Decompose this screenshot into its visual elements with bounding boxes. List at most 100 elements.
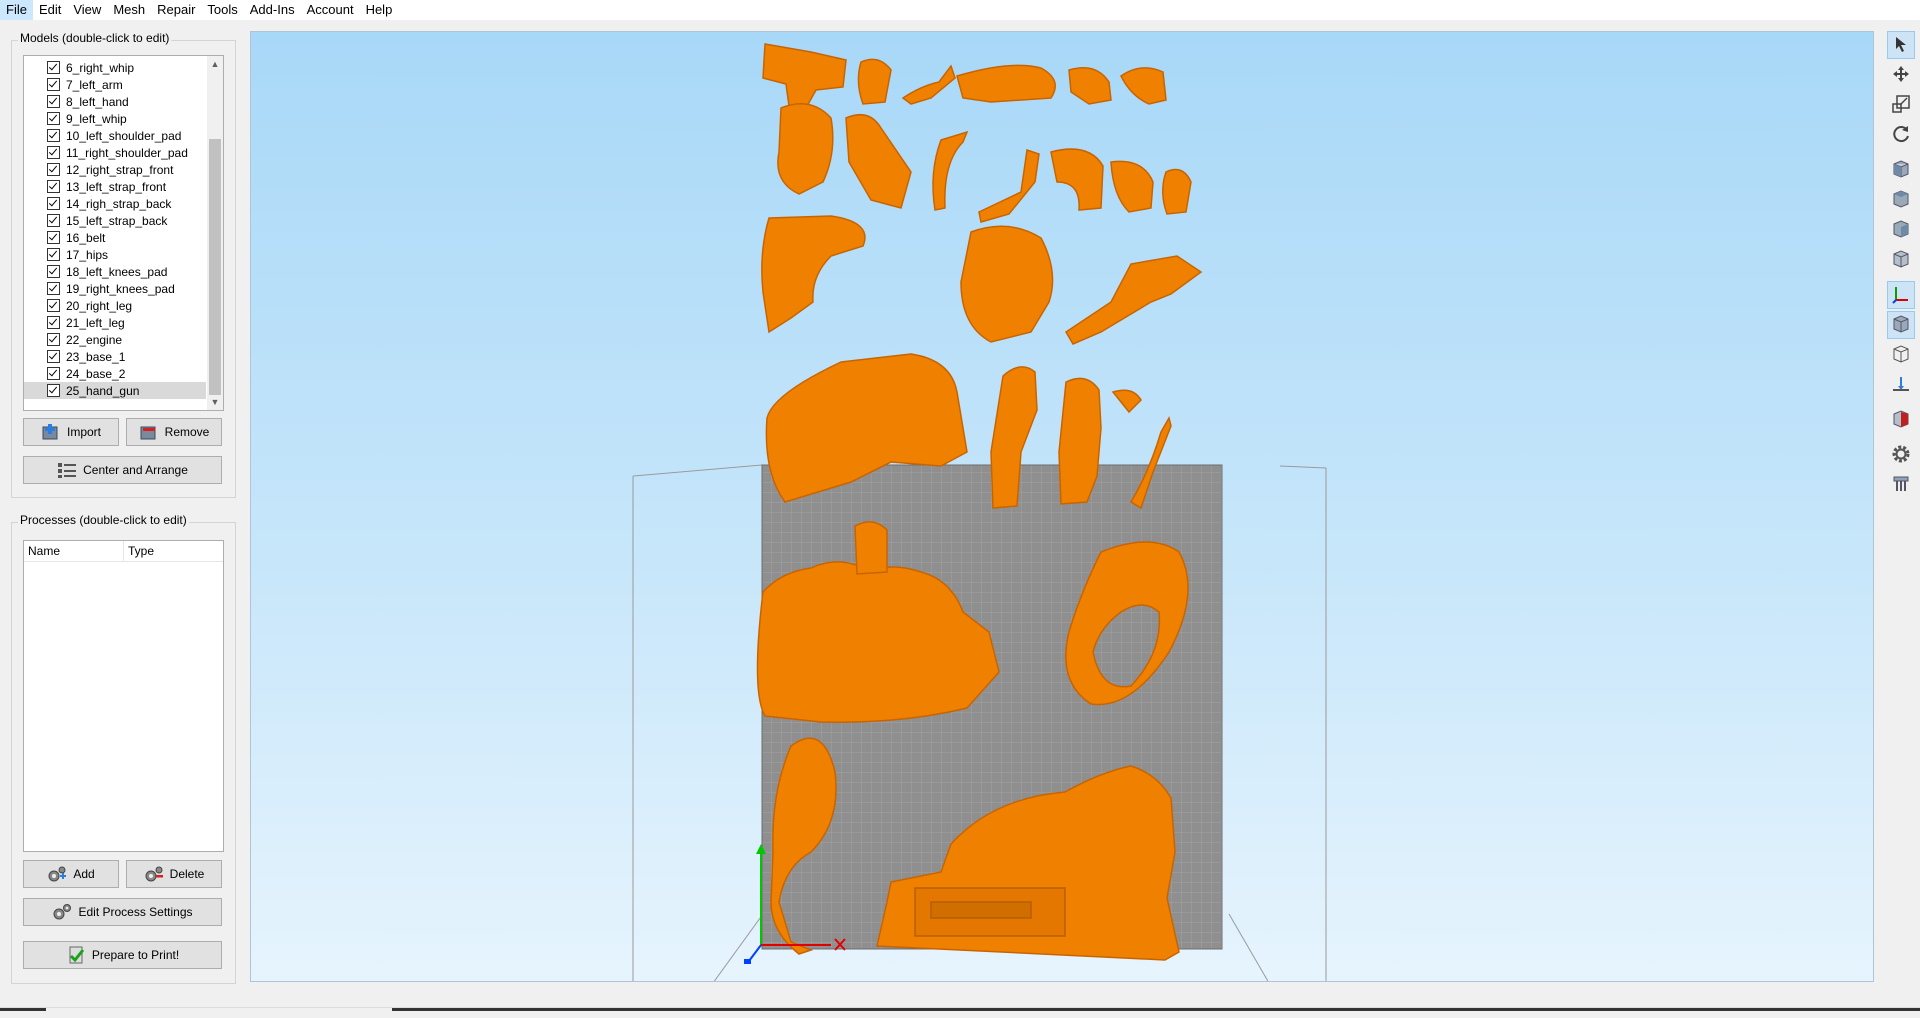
move-tool-button[interactable] [1887, 61, 1915, 89]
delete-process-button[interactable]: Delete [126, 860, 222, 888]
model-name-label: 13_left_strap_front [66, 179, 167, 194]
view-front-button[interactable] [1887, 156, 1915, 184]
model-list-item[interactable]: 7_left_arm [24, 76, 206, 93]
menu-repair[interactable]: Repair [151, 0, 201, 20]
models-list-scrollbar[interactable]: ▲ ▼ [207, 56, 223, 410]
model-visibility-checkbox[interactable] [47, 129, 60, 142]
solid-cube-icon [1891, 314, 1911, 337]
arrange-icon [57, 461, 77, 479]
model-visibility-checkbox[interactable] [47, 231, 60, 244]
model-list-item[interactable]: 15_left_strap_back [24, 212, 206, 229]
model-list-item[interactable]: 20_right_leg [24, 297, 206, 314]
model-visibility-checkbox[interactable] [47, 163, 60, 176]
models-panel-title: Models (double-click to edit) [18, 31, 172, 45]
model-visibility-checkbox[interactable] [47, 384, 60, 397]
menu-mesh[interactable]: Mesh [107, 0, 151, 20]
menu-edit[interactable]: Edit [33, 0, 67, 20]
model-list-item[interactable]: 14_righ_strap_back [24, 195, 206, 212]
model-list-item[interactable]: 25_hand_gun [24, 382, 206, 399]
menu-tools[interactable]: Tools [201, 0, 243, 20]
menu-help[interactable]: Help [360, 0, 399, 20]
model-visibility-checkbox[interactable] [47, 265, 60, 278]
model-visibility-checkbox[interactable] [47, 316, 60, 329]
model-visibility-checkbox[interactable] [47, 248, 60, 261]
processes-table[interactable]: Name Type [23, 540, 224, 852]
remove-button[interactable]: Remove [126, 418, 222, 446]
wireframe-view-toggle[interactable] [1887, 341, 1915, 369]
model-list-item[interactable]: 21_left_leg [24, 314, 206, 331]
model-visibility-checkbox[interactable] [47, 350, 60, 363]
import-button[interactable]: Import [23, 418, 119, 446]
model-list-item[interactable]: 17_hips [24, 246, 206, 263]
model-visibility-checkbox[interactable] [47, 282, 60, 295]
model-list-item[interactable]: 23_base_1 [24, 348, 206, 365]
model-list-item[interactable]: 18_left_knees_pad [24, 263, 206, 280]
gears-icon [52, 903, 72, 921]
scrollbar-thumb[interactable] [209, 139, 221, 395]
model-list-item[interactable]: 22_engine [24, 331, 206, 348]
model-visibility-checkbox[interactable] [47, 197, 60, 210]
menu-file[interactable]: File [0, 0, 33, 20]
model-visibility-checkbox[interactable] [47, 180, 60, 193]
status-bar-segment [392, 1008, 1920, 1011]
model-visibility-checkbox[interactable] [47, 78, 60, 91]
supports-button[interactable] [1887, 471, 1915, 499]
remove-button-label: Remove [164, 425, 210, 439]
3d-viewport[interactable] [250, 31, 1874, 982]
model-list-item[interactable]: 12_right_strap_front [24, 161, 206, 178]
model-name-label: 9_left_whip [66, 111, 127, 126]
select-tool-button[interactable] [1887, 31, 1915, 59]
models-list[interactable]: 6_right_whip 7_left_arm 8_left_hand 9_left_… [23, 55, 224, 411]
scroll-down-icon[interactable]: ▼ [207, 394, 223, 410]
model-list-item[interactable]: 11_right_shoulder_pad [24, 144, 206, 161]
menu-bar: File Edit View Mesh Repair Tools Add-Ins… [0, 0, 1920, 20]
supports-icon [1891, 474, 1911, 497]
center-and-arrange-label: Center and Arrange [83, 463, 188, 477]
add-process-button[interactable]: Add [23, 860, 119, 888]
view-iso-button[interactable] [1887, 246, 1915, 274]
model-list-item[interactable]: 16_belt [24, 229, 206, 246]
model-name-label: 6_right_whip [66, 60, 135, 75]
menu-view[interactable]: View [67, 0, 107, 20]
view-top-button[interactable] [1887, 186, 1915, 214]
model-name-label: 19_right_knees_pad [66, 281, 175, 296]
model-name-label: 15_left_strap_back [66, 213, 168, 228]
model-list-item[interactable]: 6_right_whip [24, 59, 206, 76]
model-visibility-checkbox[interactable] [47, 146, 60, 159]
model-name-label: 10_left_shoulder_pad [66, 128, 182, 143]
rotate-tool-button[interactable] [1887, 121, 1915, 149]
menu-account[interactable]: Account [301, 0, 360, 20]
rotate-icon [1891, 124, 1911, 147]
prepare-to-print-button[interactable]: Prepare to Print! [23, 941, 222, 969]
model-list-item[interactable]: 19_right_knees_pad [24, 280, 206, 297]
ground-plane-icon [1891, 374, 1911, 397]
view-side-button[interactable] [1887, 216, 1915, 244]
edit-process-settings-button[interactable]: Edit Process Settings [23, 898, 222, 926]
solid-view-toggle[interactable] [1887, 311, 1915, 339]
show-axes-toggle[interactable] [1887, 281, 1915, 309]
model-list-item[interactable]: 8_left_hand [24, 93, 206, 110]
model-visibility-checkbox[interactable] [47, 367, 60, 380]
model-list-item[interactable]: 9_left_whip [24, 110, 206, 127]
center-and-arrange-button[interactable]: Center and Arrange [23, 456, 222, 484]
model-list-item[interactable]: 24_base_2 [24, 365, 206, 382]
menu-add-ins[interactable]: Add-Ins [244, 0, 301, 20]
move-icon [1892, 65, 1910, 86]
model-visibility-checkbox[interactable] [47, 299, 60, 312]
scroll-up-icon[interactable]: ▲ [207, 56, 223, 72]
column-header-type[interactable]: Type [124, 541, 218, 561]
model-visibility-checkbox[interactable] [47, 112, 60, 125]
cross-section-button[interactable] [1887, 406, 1915, 434]
model-visibility-checkbox[interactable] [47, 61, 60, 74]
ground-plane-button[interactable] [1887, 371, 1915, 399]
column-header-name[interactable]: Name [24, 541, 124, 561]
model-visibility-checkbox[interactable] [47, 95, 60, 108]
model-visibility-checkbox[interactable] [47, 333, 60, 346]
model-list-item[interactable]: 10_left_shoulder_pad [24, 127, 206, 144]
view-toolbar [1886, 31, 1916, 531]
scale-tool-button[interactable] [1887, 91, 1915, 119]
model-list-item[interactable]: 13_left_strap_front [24, 178, 206, 195]
delete-process-label: Delete [169, 867, 205, 881]
model-visibility-checkbox[interactable] [47, 214, 60, 227]
settings-button[interactable] [1887, 441, 1915, 469]
